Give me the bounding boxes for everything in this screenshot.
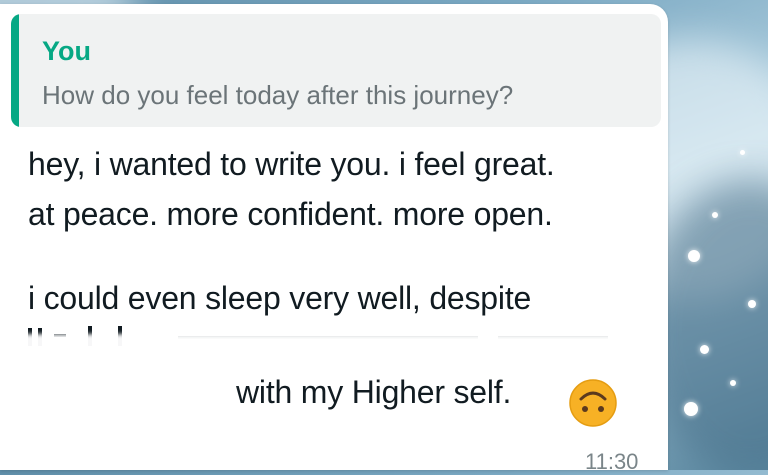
- snowflake-icon: [730, 380, 736, 386]
- upside-down-face-emoji-icon: [569, 379, 617, 427]
- snowflake-icon: [712, 212, 718, 218]
- quoted-author: You: [42, 36, 91, 66]
- message-text-line: i could even sleep very well, despite: [28, 280, 532, 316]
- quote-accent-bar: [11, 14, 19, 127]
- message-text-line: at peace. more confident. more open.: [28, 196, 553, 232]
- snowflake-icon: [684, 402, 698, 416]
- message-timestamp: 11:30: [585, 449, 639, 474]
- message-bubble[interactable]: You How do you feel today after this jou…: [0, 4, 668, 474]
- message-text-line: with my Higher self.: [236, 374, 512, 410]
- snowflake-icon: [700, 345, 709, 354]
- quoted-text: How do you feel today after this journey…: [42, 80, 514, 110]
- message-text-line: hey, i wanted to write you. i feel great…: [28, 146, 555, 182]
- redaction-block: [8, 378, 234, 414]
- snowflake-icon: [688, 250, 700, 262]
- redaction-block: [10, 334, 650, 374]
- snowflake-icon: [748, 300, 756, 308]
- snowflake-icon: [740, 150, 745, 155]
- quoted-message[interactable]: You How do you feel today after this jou…: [11, 14, 661, 127]
